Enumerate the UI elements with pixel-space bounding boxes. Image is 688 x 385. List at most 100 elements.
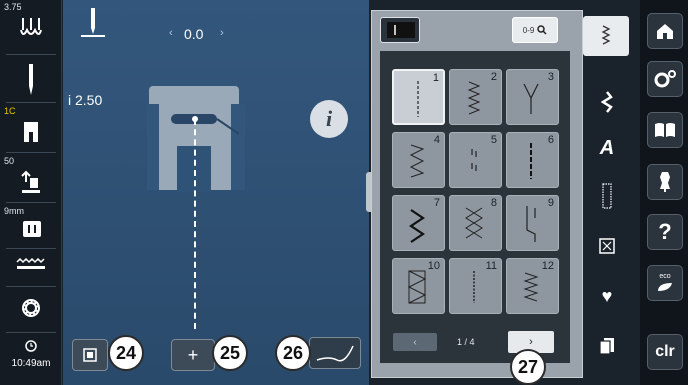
info-button[interactable]: i — [310, 100, 348, 138]
stitch-tile-5[interactable]: 5 — [449, 132, 502, 188]
thread-tension-button[interactable]: 3.75 — [0, 0, 62, 52]
bobbin-icon — [22, 299, 40, 317]
eco-label: eco — [659, 273, 671, 280]
stitch-width-number: 2.50 — [75, 92, 103, 108]
category-practical-stitches[interactable] — [583, 16, 629, 56]
right-menu-bar: ? eco clr — [640, 0, 688, 385]
practical-stitch-icon — [601, 25, 611, 45]
search-stitch-button[interactable]: 0-9 — [512, 17, 558, 43]
clear-button[interactable]: clr — [647, 334, 683, 370]
honeycomb-stitch-icon — [465, 207, 483, 239]
blindstitch-stitch-icon — [526, 206, 536, 242]
decorative-stitch-icon — [601, 91, 613, 113]
pattern-preview-button[interactable] — [72, 339, 108, 371]
prev-page-button[interactable]: ‹ — [393, 333, 437, 351]
clock-time: 10:49am — [11, 358, 51, 369]
stitch-plate-button[interactable]: 9mm — [0, 204, 62, 246]
category-buttonholes[interactable] — [583, 178, 631, 214]
vari-overlock-stitch-icon — [523, 83, 539, 114]
stitch-tile-9[interactable]: 9 — [506, 195, 559, 251]
help-button[interactable]: ? — [647, 214, 683, 250]
open-book-icon — [655, 123, 675, 137]
category-personal-memory[interactable]: ♥ — [583, 278, 631, 314]
alphabet-a-icon: A — [599, 136, 615, 159]
stitch-tile-3[interactable]: 3 — [506, 69, 559, 125]
presser-foot-number: 1C — [4, 106, 16, 116]
stitch-tile-8[interactable]: 8 — [449, 195, 502, 251]
presser-foot-icon — [24, 122, 38, 142]
needle-position-value: 0.0 — [184, 26, 204, 42]
bobbin-button[interactable] — [0, 288, 62, 330]
stitch-number: 1 — [432, 72, 439, 84]
stitch-tile-1[interactable]: 1 — [392, 69, 445, 125]
settings-gears-icon — [654, 70, 676, 88]
stitch-width-value[interactable]: i 2.50 — [68, 92, 102, 108]
stitch-edit-icon — [316, 345, 354, 362]
stitch-number: 6 — [547, 134, 554, 146]
callout-27: 27 — [510, 349, 546, 385]
superstretch-stitch-icon — [473, 271, 475, 303]
eco-button[interactable]: eco — [647, 265, 683, 301]
stitch-tile-6[interactable]: 6 — [506, 132, 559, 188]
stitch-tile-10[interactable]: 10 — [392, 258, 445, 314]
stitch-tile-11[interactable]: 11 — [449, 258, 502, 314]
stitch-plate-icon — [23, 221, 41, 237]
feed-dog-button[interactable] — [0, 250, 62, 284]
memory-button[interactable] — [380, 17, 420, 43]
page-indicator: 1 / 4 — [457, 337, 475, 347]
needle-selection-button[interactable] — [0, 56, 62, 100]
stitch-number: 8 — [490, 197, 497, 209]
preview-square-icon — [83, 348, 97, 362]
needle-left-arrow[interactable]: ‹ — [169, 27, 173, 39]
magnifier-icon — [537, 25, 547, 35]
stitch-tile-4[interactable]: 4 — [392, 132, 445, 188]
dress-form-icon — [660, 172, 670, 192]
stitch-number: 7 — [433, 197, 440, 209]
history-pages-icon — [599, 338, 614, 355]
triple-zigzag-stitch-icon — [409, 209, 425, 243]
plus-icon: + — [187, 344, 199, 365]
search-number-label: 0-9 — [522, 25, 535, 35]
stitch-number: 5 — [490, 134, 497, 146]
buttonhole-icon — [602, 183, 612, 209]
gathering-stitch-icon — [523, 272, 539, 302]
presser-foot-indicator[interactable]: 1C — [0, 104, 62, 150]
presser-foot-pressure-button[interactable]: 50 — [0, 154, 62, 200]
category-history[interactable] — [583, 328, 631, 364]
setup-button[interactable] — [647, 61, 683, 97]
needle-right-arrow[interactable]: › — [220, 27, 224, 39]
category-decorative-stitches[interactable] — [583, 84, 631, 120]
straight-stitch-icon — [417, 81, 419, 117]
category-alphabets[interactable]: A — [583, 130, 631, 166]
clock-button[interactable]: 10:49am — [0, 334, 62, 384]
home-icon — [657, 24, 673, 39]
stitch-tile-2[interactable]: 2 — [449, 69, 502, 125]
memory-stitch-icon — [387, 22, 415, 38]
stitch-number: 3 — [547, 71, 554, 83]
left-status-bar: 3.75 1C 50 9mm 10:49am — [0, 0, 62, 385]
needle-position-icon[interactable] — [79, 6, 107, 38]
heart-icon: ♥ — [601, 285, 613, 306]
category-quilt-stitches[interactable] — [583, 228, 631, 264]
width-limit: 9mm — [4, 206, 24, 216]
sewing-machine-screen: 3.75 1C 50 9mm 10:49am ‹ 0.0 › i 2.50 i … — [0, 0, 688, 385]
add-pattern-button[interactable]: + — [171, 339, 215, 371]
zigzag-3step-stitch-icon — [409, 144, 425, 178]
stitch-tile-12[interactable]: 12 — [506, 258, 559, 314]
stitch-tile-7[interactable]: 7 — [392, 195, 445, 251]
stitch-number: 2 — [490, 71, 497, 83]
quilt-icon — [599, 238, 615, 254]
tension-icon — [20, 18, 42, 35]
stitch-number: 4 — [433, 134, 440, 146]
tutorial-button[interactable] — [647, 112, 683, 148]
zigzag-stitched-stitch-icon — [467, 81, 481, 115]
feed-dog-icon — [16, 258, 45, 269]
edit-stitch-button[interactable] — [309, 337, 361, 369]
stitch-category-column: A ♥ — [583, 10, 631, 378]
pressure-value: 50 — [4, 156, 15, 166]
needle-icon — [29, 64, 33, 95]
home-button[interactable] — [647, 13, 683, 49]
tension-value: 3.75 — [4, 2, 22, 12]
stitch-selection-panel: 0-9 1 2 3 4 5 6 7 8 9 10 11 12 ‹ 1 / 4 › — [371, 10, 583, 378]
sewing-consultant-button[interactable] — [647, 164, 683, 200]
